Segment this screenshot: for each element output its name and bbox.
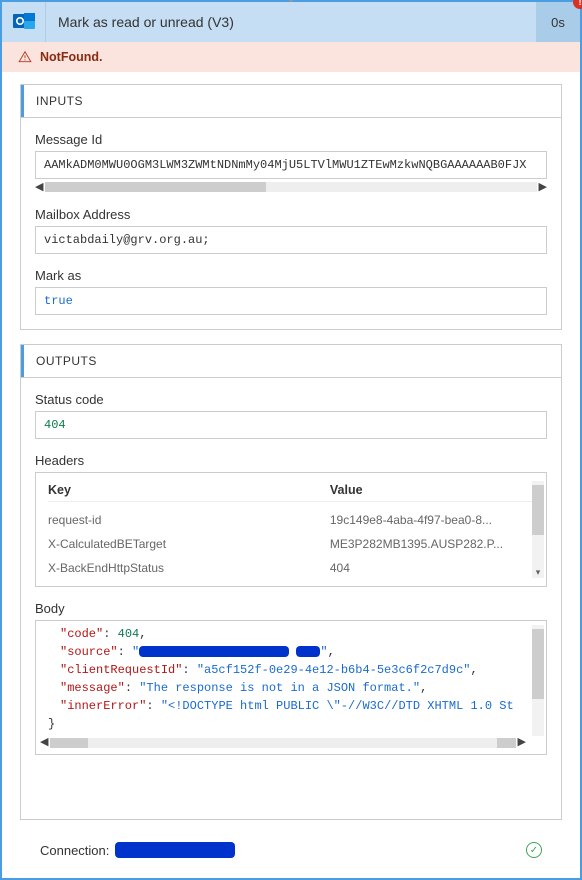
action-duration: 0s ! (536, 2, 580, 42)
redacted-source (139, 646, 289, 657)
outputs-heading: OUTPUTS (21, 345, 561, 377)
headers-scroll[interactable]: ▾ (532, 481, 544, 578)
success-check-icon: ✓ (526, 842, 542, 858)
message-id-value[interactable]: AAMkADM0MWU0OGM3LWM3ZWMtNDNmMy04MjU5LTVl… (35, 151, 547, 179)
scroll-right-icon[interactable]: ▶ (539, 180, 547, 193)
error-text: NotFound. (40, 50, 102, 64)
action-header[interactable]: Mark as read or unread (V3) 0s ! (2, 2, 580, 42)
footer: Connection: ✓ (20, 834, 562, 870)
scroll-right-icon[interactable]: ▶ (518, 735, 526, 752)
message-id-scroll[interactable]: ◀ ▶ (35, 180, 547, 193)
scroll-left-icon[interactable]: ◀ (35, 180, 43, 193)
mailbox-label: Mailbox Address (35, 207, 547, 222)
markas-label: Mark as (35, 268, 547, 283)
status-value[interactable]: 404 (35, 411, 547, 439)
body-label: Body (35, 601, 547, 616)
body-scroll-x[interactable]: ◀ ▶ (40, 735, 526, 752)
headers-label: Headers (35, 453, 547, 468)
outlook-icon (2, 2, 46, 42)
warning-icon (18, 50, 32, 64)
scroll-left-icon[interactable]: ◀ (40, 735, 48, 752)
table-row: X-CalculatedBETarget ME3P282MB1395.AUSP2… (48, 532, 534, 556)
headers-col-value: Value (330, 483, 534, 497)
headers-table: Key Value request-id 19c149e8-4aba-4f97-… (35, 472, 547, 587)
body-json[interactable]: "code": 404, "source": " ", "clientReque… (35, 620, 547, 755)
outputs-section: OUTPUTS Status code 404 Headers Key Valu… (20, 344, 562, 820)
connection-label: Connection: (40, 843, 109, 858)
inputs-section: INPUTS Message Id AAMkADM0MWU0OGM3LWM3ZW… (20, 84, 562, 330)
mailbox-value[interactable]: victabdaily@grv.org.au; (35, 226, 547, 254)
table-row: X-BackEndHttpStatus 404 (48, 556, 534, 580)
error-badge-icon: ! (573, 0, 582, 9)
message-id-label: Message Id (35, 132, 547, 147)
scroll-down-icon[interactable]: ▾ (532, 567, 544, 578)
redacted-connection (115, 842, 235, 858)
headers-col-key: Key (48, 483, 330, 497)
body-scroll-y[interactable] (532, 625, 544, 736)
markas-value[interactable]: true (35, 287, 547, 315)
action-title: Mark as read or unread (V3) (46, 2, 536, 42)
table-row: request-id 19c149e8-4aba-4f97-bea0-8... (48, 508, 534, 532)
status-label: Status code (35, 392, 547, 407)
error-banner: NotFound. (2, 42, 580, 72)
inputs-heading: INPUTS (21, 85, 561, 117)
